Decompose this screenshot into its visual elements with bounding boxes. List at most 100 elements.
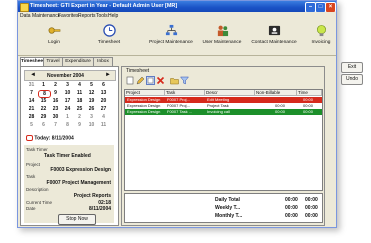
cell-project: Expression Design [127,109,161,114]
calendar-header: ◄ November 2004 ► [24,70,116,81]
calendar-day[interactable]: 11 [98,122,109,128]
menu-tools[interactable]: Tools [96,13,108,19]
tab-travel[interactable]: Travel [43,57,63,66]
menu-help[interactable]: Help [108,13,118,19]
calendar-day[interactable]: 14 [26,98,37,104]
column-header-nonbillable[interactable]: Non-Billable [255,90,297,96]
calendar-day[interactable]: 27 [98,106,109,112]
app-icon [20,3,29,12]
calendar-day[interactable]: 1 [62,114,73,120]
calendar-day[interactable]: 25 [74,106,85,112]
calendar-day[interactable]: 10 [62,90,73,96]
filter-icon[interactable] [180,76,189,85]
cell-nonbillable: 00:00 [275,109,286,114]
calendar-day[interactable]: 9 [50,90,61,96]
calendar-day[interactable]: 2 [74,114,85,120]
user-maintenance-button[interactable]: User Maintenance [200,24,244,45]
calendar-day[interactable]: 16 [50,98,61,104]
menu-data-maintenance[interactable]: Data Maintenance [20,13,61,19]
new-entry-icon[interactable] [126,76,135,85]
totals-panel: Daily Total 00:00 00:00 Weekly T... 00:0… [124,193,323,223]
calendar-day[interactable]: 19 [86,98,97,104]
column-header-project[interactable]: Project [125,90,165,96]
task-timer-label: Task Timer [26,147,48,152]
calendar-day[interactable]: 26 [86,106,97,112]
calendar-day[interactable]: 9 [74,122,85,128]
calendar-day[interactable]: 5 [26,122,37,128]
copy-icon[interactable] [146,76,155,85]
tab-expenditure[interactable]: Expenditure [62,57,94,66]
calendar-day[interactable]: 15 [38,98,49,104]
calendar-week: 5 6 7 8 9 10 11 [26,122,114,129]
calendar-day[interactable]: 21 [26,106,37,112]
stop-now-button[interactable]: Stop Now [58,214,96,225]
menu-reports[interactable]: Reports [78,13,96,19]
column-header-task[interactable]: Task [165,90,205,96]
table-row[interactable]: Expression Design F0007 Task ... Invoici… [125,109,322,115]
timesheet-panel: Timesheet Project Task Descr Non-Billabl… [121,66,325,226]
calendar-day[interactable]: 18 [74,98,85,104]
project-label: Project [26,162,41,167]
tree-icon [165,24,177,36]
calendar-day[interactable]: 23 [50,106,61,112]
today-text: Today: 8/11/2004 [34,135,74,142]
daily-total-label: Daily Total [215,197,240,203]
tab-inbox[interactable]: Inbox [93,57,113,66]
users-icon [217,25,228,37]
edit-icon[interactable] [136,76,145,85]
calendar-day[interactable]: 29 [38,114,49,120]
calendar-day[interactable]: 1 [38,82,49,88]
calendar-day[interactable]: 5 [86,82,97,88]
contact-card-icon [268,25,280,36]
next-month-icon[interactable]: ► [105,72,111,78]
timesheet-label: Timesheet [126,68,150,74]
folder-icon[interactable] [170,76,179,85]
calendar-day[interactable]: 6 [98,82,109,88]
login-label: Login [48,40,60,45]
calendar-day[interactable]: 7 [26,90,37,96]
weekly-total-a: 00:00 [285,205,298,211]
today-label[interactable]: Today: 8/11/2004 [26,135,74,141]
calendar-day[interactable]: 17 [62,98,73,104]
menu-favorites[interactable]: Favorites [58,13,79,19]
calendar-day[interactable]: 3 [62,82,73,88]
calendar-day[interactable]: 24 [62,106,73,112]
calendar-month: November 2004 [47,73,84,79]
calendar-day[interactable]: 7 [50,122,61,128]
undo-button[interactable]: Undo [341,74,363,85]
calendar-day[interactable]: 30 [50,114,61,120]
user-maintenance-label: User Maintenance [202,40,242,45]
login-button[interactable]: Login [34,24,74,45]
calendar-day[interactable]: 31 [26,82,37,88]
calendar-day[interactable]: 4 [74,82,85,88]
timesheet-grid: Project Task Descr Non-Billable Time Exp… [124,89,323,191]
title-bar: Timesheet: GTI Expert in Year - Default … [18,1,336,13]
invoicing-label: Invoicing [311,40,331,45]
contact-maintenance-button[interactable]: Contact Maintenance [249,24,299,45]
delete-icon[interactable] [156,76,165,85]
calendar-day[interactable]: 6 [38,122,49,128]
project-maintenance-button[interactable]: Project Maintenance [147,24,195,45]
project-maintenance-label: Project Maintenance [149,40,193,45]
calendar-day[interactable]: 12 [86,90,97,96]
column-header-time[interactable]: Time [297,90,322,96]
calendar-day[interactable]: 3 [86,114,97,120]
invoicing-button[interactable]: Invoicing [306,24,336,45]
calendar-day[interactable]: 8 [62,122,73,128]
calendar-day[interactable]: 20 [98,98,109,104]
bulb-icon [316,25,326,37]
calendar-day[interactable]: 10 [86,122,97,128]
exit-button[interactable]: Exit [341,62,363,73]
calendar-week: 31 1 2 3 4 5 6 [26,82,114,89]
calendar-day[interactable]: 2 [50,82,61,88]
calendar-day[interactable]: 22 [38,106,49,112]
column-header-descr[interactable]: Descr [205,90,255,96]
task-value: F0007 Project Management [46,180,111,186]
timesheet-button[interactable]: Timesheet [89,24,129,45]
calendar-week: 7 8 9 10 11 12 13 [26,90,114,98]
calendar-day[interactable]: 28 [26,114,37,120]
calendar-day[interactable]: 11 [74,90,85,96]
calendar-day[interactable]: 13 [98,90,109,96]
calendar-day[interactable]: 4 [98,114,109,120]
prev-month-icon[interactable]: ◄ [30,72,36,78]
